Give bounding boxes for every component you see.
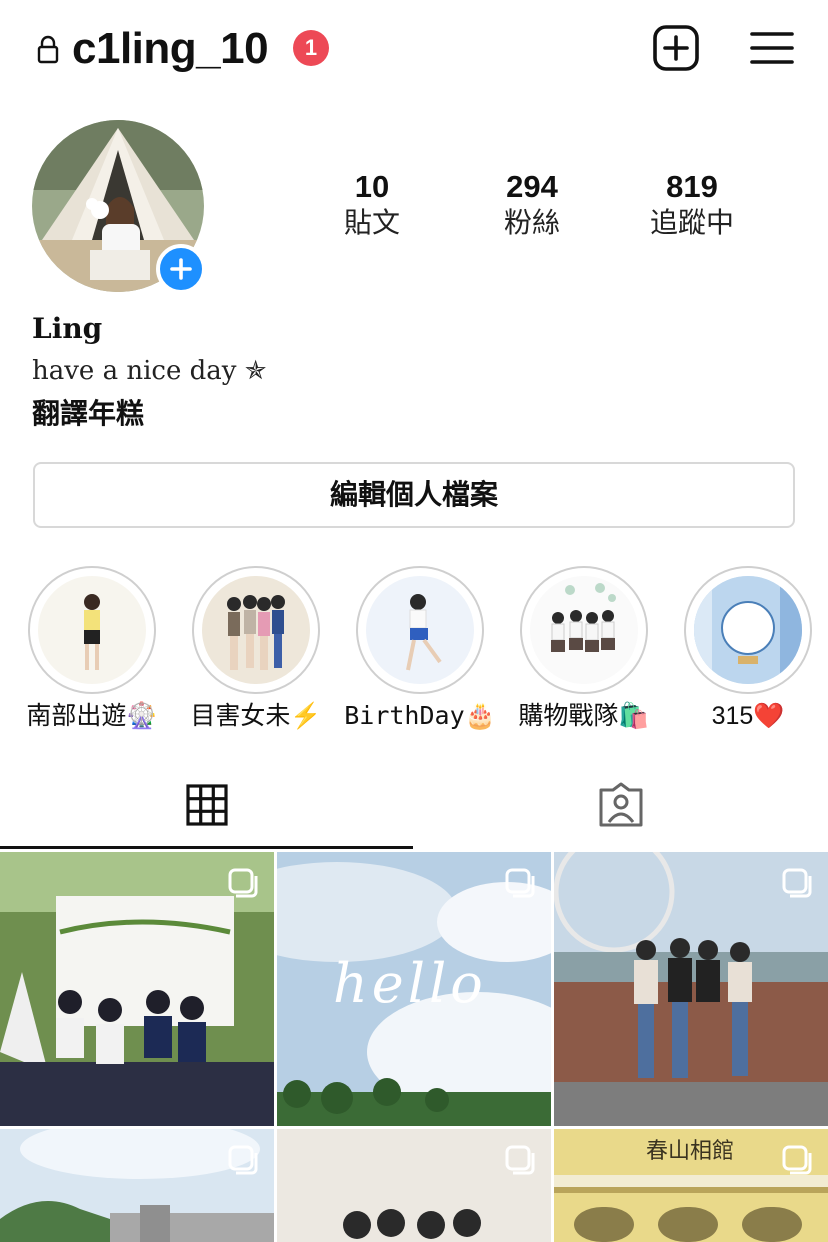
highlight-thumbnail [84, 594, 100, 670]
bio-line: have a nice day ✯ [32, 356, 267, 386]
highlight-label: 南部出遊🎡 [26, 702, 158, 730]
post-thumbnail[interactable] [0, 852, 274, 1126]
highlight-label: 315❤️ [711, 702, 785, 730]
post-thumbnail[interactable] [0, 1129, 274, 1242]
post-thumbnail[interactable]: hello [277, 852, 551, 1126]
story-highlight[interactable] [192, 566, 320, 694]
highlight-thumbnail [406, 594, 442, 671]
grid-icon [186, 784, 228, 826]
post-thumbnail[interactable] [277, 1129, 551, 1242]
highlight-thumbnail [227, 595, 285, 670]
tab-posts-grid[interactable] [0, 770, 414, 850]
highlight-thumbnail [551, 583, 616, 652]
plus-icon [170, 258, 192, 280]
new-post-icon[interactable] [652, 24, 700, 72]
multiple-photos-icon [228, 1145, 258, 1175]
profile-username[interactable]: c1ling_10 [72, 22, 269, 76]
multiple-photos-icon [782, 868, 812, 898]
post-overlay-text: hello [333, 952, 487, 1015]
highlight-thumbnail [694, 576, 802, 684]
multiple-photos-icon [505, 868, 535, 898]
edit-profile-button[interactable]: 編輯個人檔案 [33, 462, 795, 528]
posts-count[interactable]: 10 貼文 [302, 168, 442, 240]
active-tab-indicator [0, 846, 413, 849]
tagged-person-icon [599, 782, 643, 827]
highlight-label: BirthDay🎂 [344, 701, 496, 730]
bio-line: 翻譯年糕 [32, 398, 145, 429]
post-thumbnail[interactable] [554, 852, 828, 1126]
menu-icon[interactable] [750, 28, 794, 68]
multiple-photos-icon [228, 868, 258, 898]
story-highlight[interactable] [520, 566, 648, 694]
story-highlight[interactable] [684, 566, 812, 694]
following-count[interactable]: 819 追蹤中 [622, 168, 762, 240]
post-thumbnail[interactable]: 春山相館 [554, 1129, 828, 1242]
followers-count[interactable]: 294 粉絲 [462, 168, 602, 240]
notification-badge[interactable]: 1 [293, 30, 329, 66]
add-story-button[interactable] [156, 244, 206, 294]
highlight-label: 購物戰隊🛍️ [518, 702, 650, 730]
posts-count-value: 10 [354, 169, 390, 204]
profile-name: Ling [32, 312, 103, 345]
lock-icon [37, 35, 59, 64]
following-count-value: 819 [666, 169, 718, 204]
tab-tagged[interactable] [414, 770, 828, 850]
multiple-photos-icon [782, 1145, 812, 1175]
story-highlight[interactable] [356, 566, 484, 694]
following-count-label: 追蹤中 [649, 207, 734, 238]
followers-count-label: 粉絲 [503, 207, 560, 238]
posts-count-label: 貼文 [343, 207, 400, 238]
highlight-label: 目害女未⚡️ [190, 702, 322, 730]
post-sign-text: 春山相館 [646, 1139, 735, 1164]
followers-count-value: 294 [506, 169, 558, 204]
story-highlight[interactable] [28, 566, 156, 694]
multiple-photos-icon [505, 1145, 535, 1175]
